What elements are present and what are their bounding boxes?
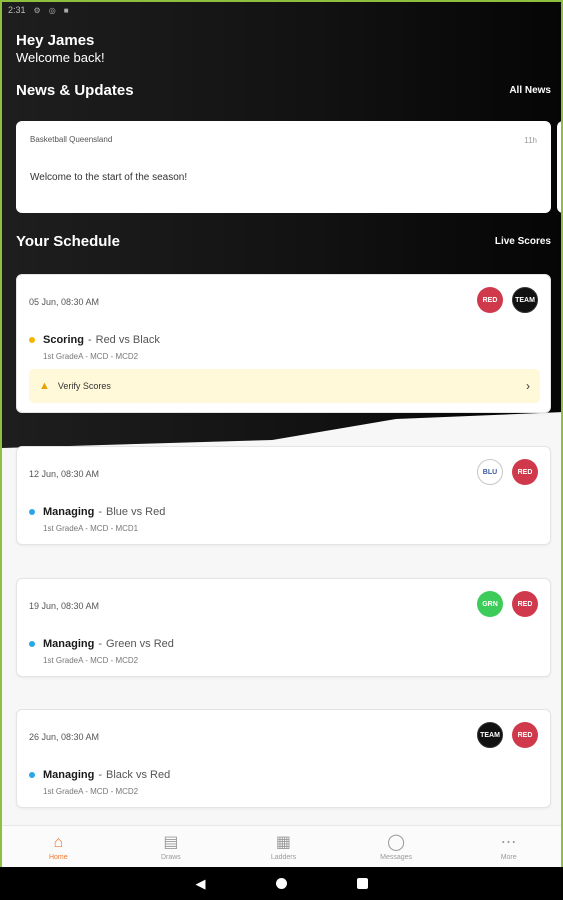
team-logo-blue: BLU (477, 459, 503, 485)
game-details: 1st GradeA - MCD - MCD2 (43, 787, 139, 796)
news-card[interactable]: Basketball Queensland 11h Welcome to the… (16, 121, 551, 213)
game-summary: Managing - Green vs Red (29, 638, 174, 650)
team-logos: BLU RED (477, 459, 538, 485)
nav-more[interactable]: ⋯ More (452, 826, 561, 869)
greeting-subtitle: Welcome back! (16, 50, 105, 65)
verify-scores-button[interactable]: ▲ Verify Scores › (29, 369, 540, 403)
news-message: Welcome to the start of the season! (30, 172, 188, 183)
greeting-title: Hey James (16, 32, 95, 49)
nav-more-label: More (500, 854, 517, 861)
nav-messages-label: Messages (380, 854, 413, 861)
chat-bubble-icon: ◯ (387, 834, 406, 851)
game-date: 19 Jun, 08:30 AM (29, 601, 100, 611)
game-summary: Scoring - Red vs Black (29, 334, 160, 346)
system-navigation-bar: ◀ (0, 867, 563, 900)
team-logo-red: RED (477, 287, 503, 313)
home-circle-icon[interactable] (275, 878, 287, 889)
nav-ladders-label: Ladders (270, 854, 297, 861)
game-details: 1st GradeA - MCD - MCD2 (43, 352, 139, 361)
nav-ladders[interactable]: ▦ Ladders (227, 826, 340, 869)
game-matchup: Black vs Red (106, 769, 171, 781)
all-news-link[interactable]: All News (509, 85, 551, 96)
team-logo-green: GRN (477, 591, 503, 617)
game-card[interactable]: 19 Jun, 08:30 AM GRN RED Managing - Gree… (16, 578, 551, 677)
recent-apps-icon[interactable] (356, 878, 368, 889)
team-logo-black: TEAM (477, 722, 503, 748)
game-date: 05 Jun, 08:30 AM (29, 297, 100, 307)
game-matchup: Red vs Black (95, 334, 160, 346)
game-date: 12 Jun, 08:30 AM (29, 469, 100, 479)
game-matchup: Blue vs Red (106, 506, 166, 518)
news-age: 11h (524, 136, 537, 145)
nav-home[interactable]: ⌂ Home (2, 826, 115, 869)
news-heading: News & Updates (16, 82, 134, 99)
nav-home-label: Home (48, 854, 68, 861)
settings-status-icon: ⚙ (33, 5, 41, 15)
nav-draws[interactable]: ▤ Draws (115, 826, 228, 869)
news-source: Basketball Queensland (30, 135, 113, 144)
status-dot (29, 509, 35, 515)
team-logo-red: RED (512, 591, 538, 617)
more-dots-icon: ⋯ (500, 834, 517, 851)
team-logo-red: RED (512, 459, 538, 485)
calendar-list-icon: ▤ (163, 834, 179, 851)
chevron-right-icon: › (526, 379, 530, 393)
greeting: Hey James Welcome back! (16, 32, 105, 65)
nav-messages[interactable]: ◯ Messages (340, 826, 453, 869)
ladder-icon: ▦ (275, 834, 292, 851)
game-role: Managing (43, 506, 95, 518)
game-date: 26 Jun, 08:30 AM (29, 732, 100, 742)
team-logos: TEAM RED (477, 722, 538, 748)
game-card[interactable]: 26 Jun, 08:30 AM TEAM RED Managing - Bla… (16, 709, 551, 808)
next-news-card[interactable] (557, 121, 561, 213)
game-summary: Managing - Black vs Red (29, 769, 170, 781)
game-details: 1st GradeA - MCD - MCD1 (43, 524, 139, 533)
warning-icon: ▲ (39, 380, 50, 392)
game-role: Managing (43, 638, 95, 650)
status-dot (29, 772, 35, 778)
schedule-heading: Your Schedule (16, 233, 120, 250)
game-role: Scoring (43, 334, 84, 346)
game-card[interactable]: 12 Jun, 08:30 AM BLU RED Managing - Blue… (16, 446, 551, 545)
verify-scores-label: Verify Scores (57, 381, 111, 391)
game-matchup: Green vs Red (106, 638, 174, 650)
game-details: 1st GradeA - MCD - MCD2 (43, 656, 139, 665)
status-dot (29, 641, 35, 647)
status-dot (29, 337, 35, 343)
nav-draws-label: Draws (160, 854, 181, 861)
status-bar: 2:31 ⚙ ◎ ■ (2, 2, 561, 18)
team-logos: RED TEAM (477, 287, 538, 313)
game-summary: Managing - Blue vs Red (29, 506, 165, 518)
live-scores-link[interactable]: Live Scores (495, 236, 551, 247)
bottom-navigation: ⌂ Home ▤ Draws ▦ Ladders ◯ Messages ⋯ Mo… (2, 825, 561, 869)
status-time: 2:31 (8, 5, 26, 15)
sync-status-icon: ◎ (48, 5, 56, 15)
app-frame: 2:31 ⚙ ◎ ■ Hey James Welcome back! News … (0, 0, 563, 900)
team-logos: GRN RED (477, 591, 538, 617)
schedule-section-header: Your Schedule Live Scores (16, 233, 551, 250)
team-logo-black: TEAM (512, 287, 538, 313)
home-icon: ⌂ (53, 834, 64, 851)
game-role: Managing (43, 769, 95, 781)
news-section-header: News & Updates All News (16, 82, 551, 99)
team-logo-red: RED (512, 722, 538, 748)
game-card[interactable]: 05 Jun, 08:30 AM RED TEAM Scoring - Red … (16, 274, 551, 413)
back-icon[interactable]: ◀ (196, 876, 206, 892)
battery-status-icon: ■ (63, 5, 69, 15)
